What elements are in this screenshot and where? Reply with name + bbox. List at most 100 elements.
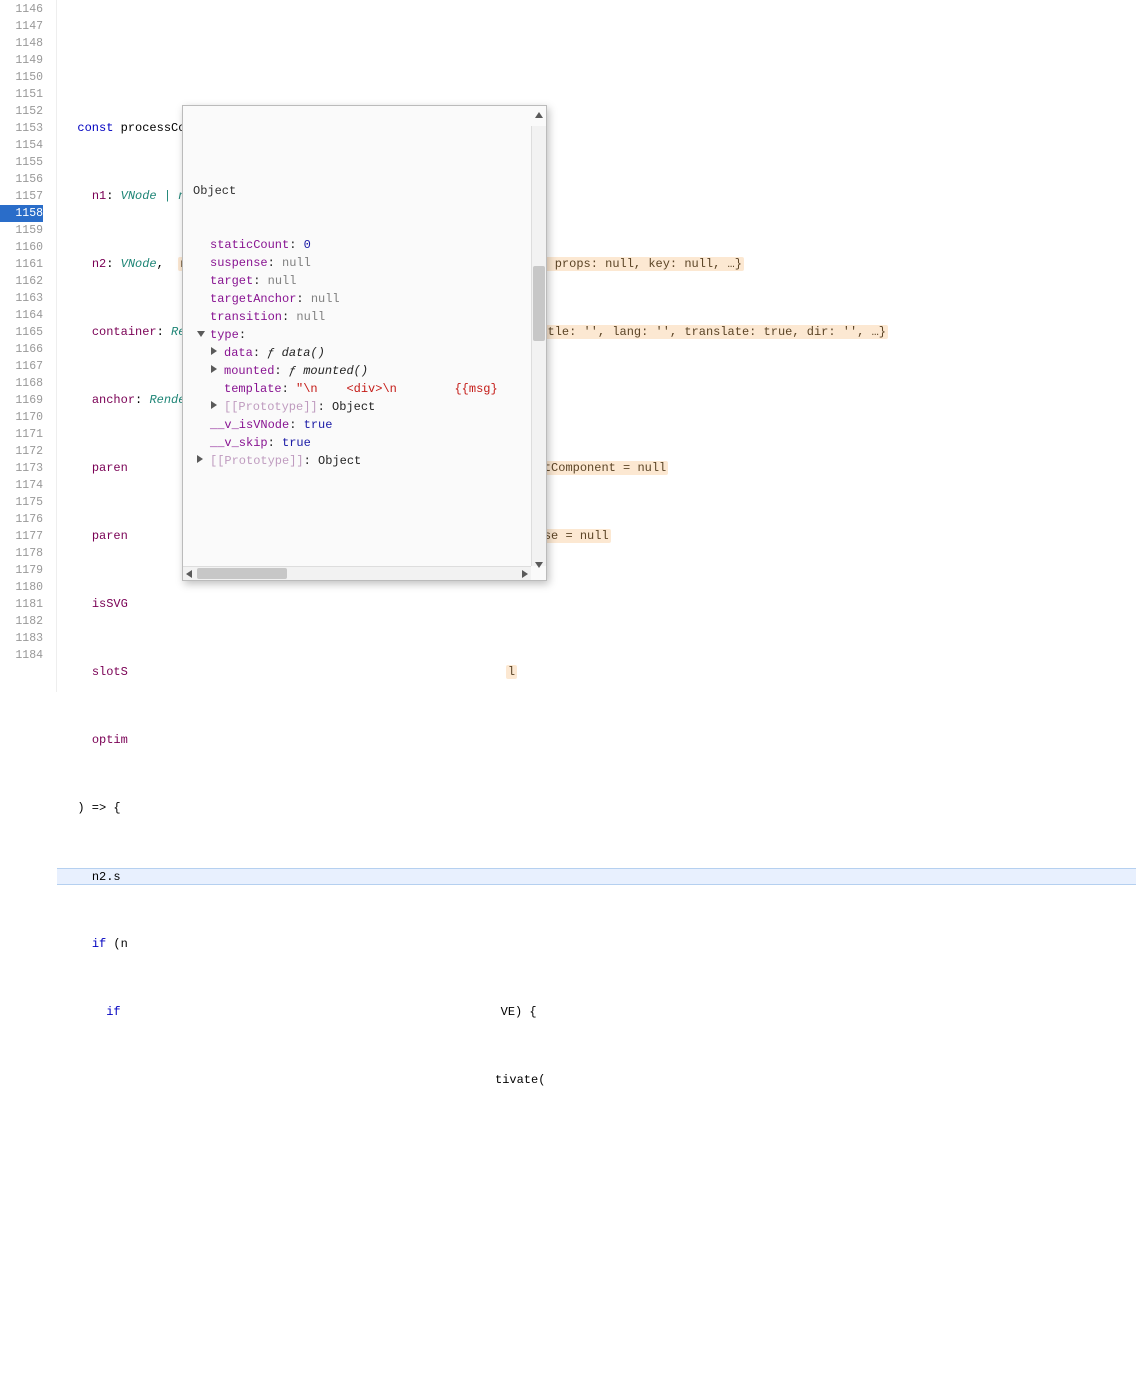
scroll-left-icon[interactable]: [186, 570, 192, 578]
popup-vertical-scrollbar[interactable]: [531, 126, 546, 566]
code-line: optim: [63, 732, 1136, 749]
code-line: [63, 1191, 1136, 1208]
code-line: slotSl: [63, 664, 1136, 681]
scroll-thumb[interactable]: [533, 266, 545, 341]
line-number[interactable]: 1147: [0, 18, 43, 35]
line-number[interactable]: 1157: [0, 188, 43, 205]
line-number[interactable]: 1159: [0, 222, 43, 239]
line-number[interactable]: 1149: [0, 52, 43, 69]
property-key: __v_isVNode: [210, 418, 289, 432]
line-number[interactable]: 1171: [0, 426, 43, 443]
line-number[interactable]: 1169: [0, 392, 43, 409]
line-number[interactable]: 1179: [0, 562, 43, 579]
scroll-thumb[interactable]: [197, 568, 287, 579]
property-value: 0: [304, 238, 311, 252]
property-value: true: [282, 436, 311, 450]
line-number[interactable]: 1158: [0, 205, 43, 222]
inspector-row[interactable]: target: null: [197, 272, 540, 290]
property-value: null: [311, 292, 340, 306]
inspector-row[interactable]: [[Prototype]]: Object: [197, 398, 540, 416]
inspector-row[interactable]: data: ƒ data(): [197, 344, 540, 362]
line-number[interactable]: 1183: [0, 630, 43, 647]
line-number[interactable]: 1180: [0, 579, 43, 596]
line-number[interactable]: 1160: [0, 239, 43, 256]
code-line: [63, 52, 1136, 69]
code-line: [63, 1140, 1136, 1157]
inspector-row[interactable]: template: "\n <div>\n {{msg}: [197, 380, 540, 398]
line-number[interactable]: 1170: [0, 409, 43, 426]
inspector-row[interactable]: staticCount: 0: [197, 236, 540, 254]
line-number-gutter[interactable]: 1146114711481149115011511152115311541155…: [0, 0, 57, 692]
code-area[interactable]: const processComponent = ( n1: VNode | n…: [57, 0, 1136, 692]
line-number[interactable]: 1168: [0, 375, 43, 392]
inspector-row[interactable]: __v_skip: true: [197, 434, 540, 452]
line-number[interactable]: 1178: [0, 545, 43, 562]
code-line: ) => {: [63, 800, 1136, 817]
line-number[interactable]: 1167: [0, 358, 43, 375]
line-number[interactable]: 1175: [0, 494, 43, 511]
inspector-row[interactable]: [[Prototype]]: Object: [197, 452, 540, 470]
chevron-right-icon[interactable]: [211, 347, 217, 355]
line-number[interactable]: 1161: [0, 256, 43, 273]
inspector-row[interactable]: mounted: ƒ mounted(): [197, 362, 540, 380]
line-number[interactable]: 1165: [0, 324, 43, 341]
property-value: null: [268, 274, 297, 288]
property-key: targetAnchor: [210, 292, 296, 306]
line-number[interactable]: 1162: [0, 273, 43, 290]
line-number[interactable]: 1182: [0, 613, 43, 630]
property-key: staticCount: [210, 238, 289, 252]
line-number[interactable]: 1177: [0, 528, 43, 545]
line-number[interactable]: 1151: [0, 86, 43, 103]
inspector-row[interactable]: suspense: null: [197, 254, 540, 272]
line-number[interactable]: 1184: [0, 647, 43, 664]
line-number[interactable]: 1156: [0, 171, 43, 188]
line-number[interactable]: 1150: [0, 69, 43, 86]
line-number[interactable]: 1154: [0, 137, 43, 154]
code-line: ifVE) {: [63, 1004, 1136, 1021]
scroll-right-icon[interactable]: [522, 570, 528, 578]
scroll-down-icon[interactable]: [535, 562, 543, 568]
line-number[interactable]: 1146: [0, 1, 43, 18]
scroll-up-icon[interactable]: [535, 112, 543, 118]
line-number[interactable]: 1163: [0, 290, 43, 307]
code-line: if (n: [63, 936, 1136, 953]
chevron-down-icon[interactable]: [197, 331, 205, 337]
line-number[interactable]: 1176: [0, 511, 43, 528]
inlay-hint: l: [506, 665, 517, 679]
line-number[interactable]: 1166: [0, 341, 43, 358]
property-value: null: [282, 256, 311, 270]
line-number[interactable]: 1181: [0, 596, 43, 613]
property-key: data: [224, 346, 253, 360]
property-key: mounted: [224, 364, 274, 378]
chevron-right-icon[interactable]: [211, 365, 217, 373]
line-number[interactable]: 1148: [0, 35, 43, 52]
popup-title: Object: [191, 182, 540, 200]
code-editor: 1146114711481149115011511152115311541155…: [0, 0, 1136, 692]
property-key: [[Prototype]]: [224, 400, 318, 414]
inspector-row[interactable]: __v_isVNode: true: [197, 416, 540, 434]
line-number[interactable]: 1172: [0, 443, 43, 460]
property-key: [[Prototype]]: [210, 454, 304, 468]
inspector-row[interactable]: type:: [197, 326, 540, 344]
property-value: ƒ mounted(): [289, 364, 368, 378]
line-number[interactable]: 1173: [0, 460, 43, 477]
inspector-row[interactable]: transition: null: [197, 308, 540, 326]
chevron-right-icon[interactable]: [211, 401, 217, 409]
line-number[interactable]: 1155: [0, 154, 43, 171]
inspector-row[interactable]: targetAnchor: null: [197, 290, 540, 308]
object-inspector-popup[interactable]: Object staticCount: 0suspense: nulltarge…: [182, 105, 547, 581]
property-value: true: [304, 418, 333, 432]
property-value: null: [296, 310, 325, 324]
code-line: [63, 1242, 1136, 1259]
chevron-right-icon[interactable]: [197, 455, 203, 463]
property-value: Object: [332, 400, 375, 414]
line-number[interactable]: 1152: [0, 103, 43, 120]
line-number[interactable]: 1153: [0, 120, 43, 137]
line-number[interactable]: 1174: [0, 477, 43, 494]
line-number[interactable]: 1164: [0, 307, 43, 324]
popup-horizontal-scrollbar[interactable]: [183, 566, 531, 580]
code-line: [63, 1293, 1136, 1310]
property-value: ƒ data(): [267, 346, 325, 360]
property-key: target: [210, 274, 253, 288]
current-line: n2.s: [57, 868, 1136, 885]
